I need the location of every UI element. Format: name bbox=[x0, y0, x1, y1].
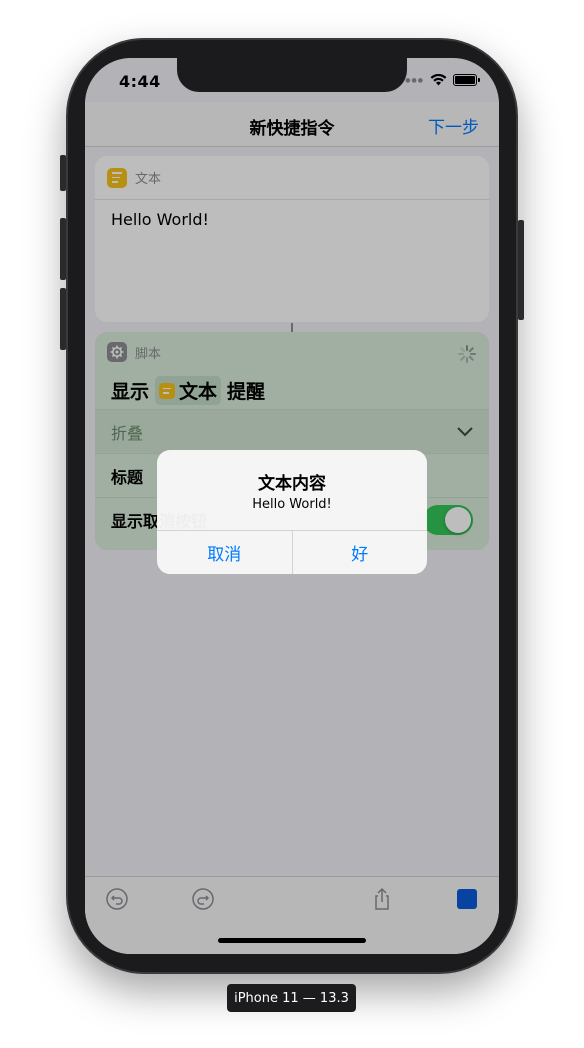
alert-cancel-button[interactable]: 取消 bbox=[157, 531, 292, 574]
alert-dialog: 文本内容 Hello World! 取消 好 bbox=[157, 450, 427, 574]
volume-down-button bbox=[60, 288, 66, 350]
device-label: iPhone 11 — 13.3 bbox=[227, 984, 356, 1012]
alert-title: 文本内容 bbox=[258, 474, 326, 494]
home-indicator[interactable] bbox=[218, 938, 366, 943]
alert-actions: 取消 好 bbox=[157, 530, 427, 574]
alert-ok-button[interactable]: 好 bbox=[291, 531, 428, 574]
volume-up-button bbox=[60, 218, 66, 280]
power-button bbox=[518, 220, 524, 320]
mute-switch bbox=[60, 155, 66, 191]
alert-message: Hello World! bbox=[252, 497, 332, 512]
screen: 4:44 ●●●● 新快捷指令 下一步 文本 Hello World! 脚本 显… bbox=[85, 58, 499, 954]
notch bbox=[177, 58, 407, 92]
